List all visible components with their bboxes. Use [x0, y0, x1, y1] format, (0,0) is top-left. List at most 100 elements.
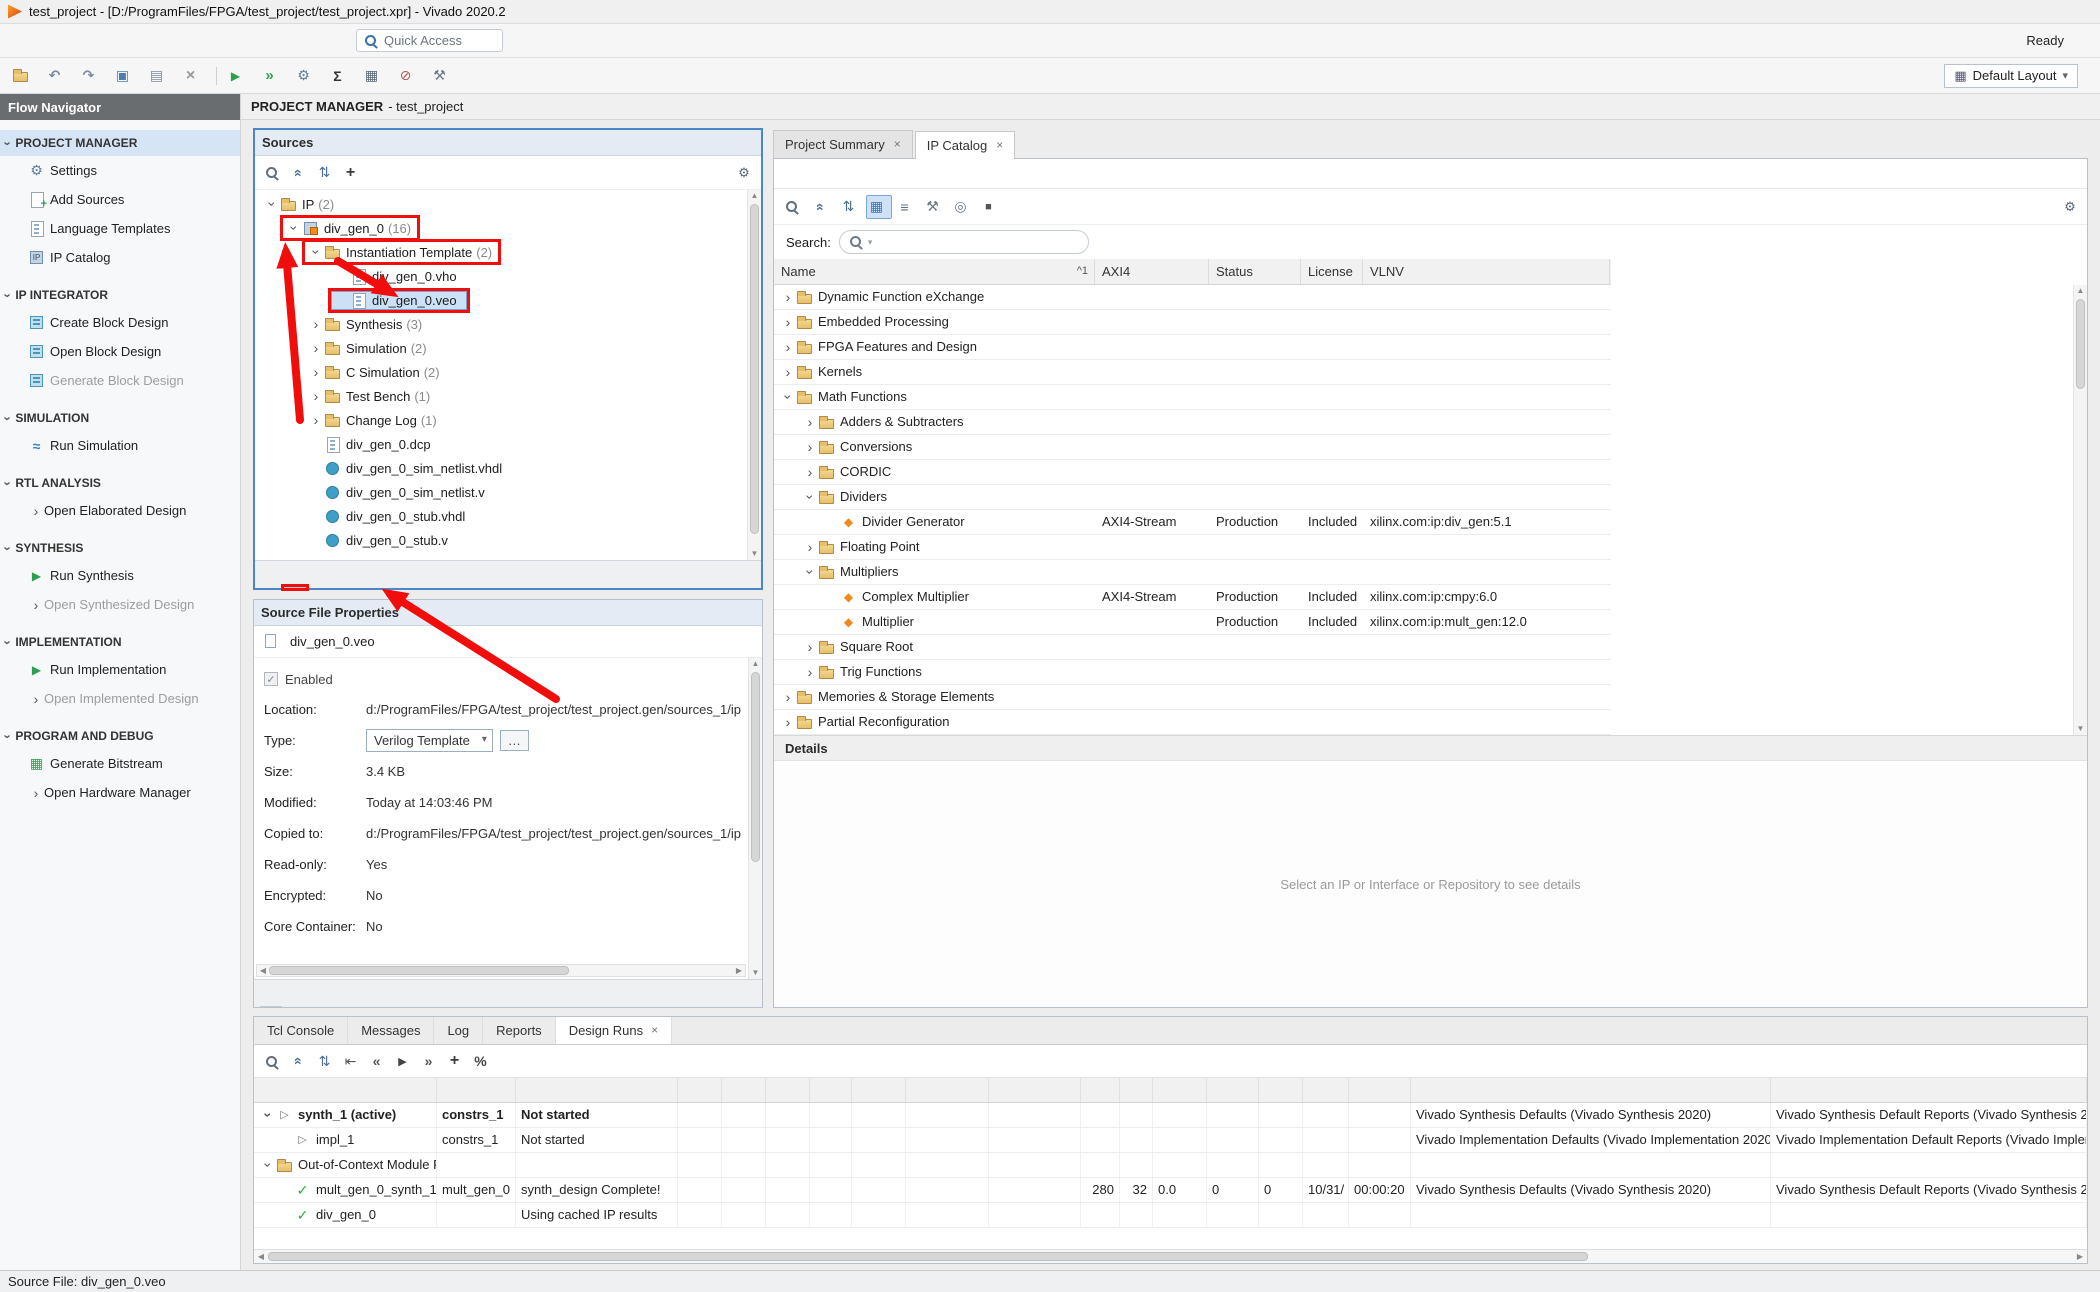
create-run-icon[interactable] — [445, 1049, 469, 1073]
column-header[interactable] — [437, 1078, 516, 1102]
column-header[interactable] — [678, 1078, 722, 1102]
stop-icon[interactable] — [978, 195, 1004, 219]
quick-access-search[interactable]: Quick Access — [356, 29, 503, 52]
report-sigma-icon[interactable] — [327, 63, 353, 89]
tree-item[interactable]: div_gen_0.dcp — [255, 432, 761, 456]
flow-section-header[interactable]: PROJECT MANAGER — [0, 130, 240, 156]
column-header[interactable] — [1153, 1078, 1207, 1102]
settings-gear-icon[interactable]: ⚙ — [735, 165, 753, 181]
flow-nav-item[interactable]: Open Synthesized Design — [0, 590, 240, 619]
results-tab[interactable]: Messages — [348, 1017, 434, 1044]
expand-chevron-icon[interactable] — [780, 685, 796, 709]
ip-catalog-row[interactable]: Partial Reconfiguration — [774, 710, 1611, 735]
column-header[interactable] — [516, 1078, 678, 1102]
collapse-all-icon[interactable] — [810, 195, 836, 219]
tree-item[interactable]: div_gen_0.veo — [255, 288, 761, 312]
expand-all-icon[interactable] — [315, 1049, 339, 1073]
expand-chevron-icon[interactable] — [802, 660, 818, 684]
tree-item[interactable]: C Simulation (2) — [255, 360, 761, 384]
collapse-all-icon[interactable] — [289, 161, 313, 185]
column-header[interactable]: AXI4 — [1095, 259, 1209, 284]
tree-item[interactable]: Change Log (1) — [255, 408, 761, 432]
ip-catalog-row[interactable]: Square Root — [774, 635, 1611, 660]
settings-gear-icon[interactable] — [293, 63, 319, 89]
undo-icon[interactable] — [44, 63, 70, 89]
results-tab[interactable]: Tcl Console — [254, 1017, 348, 1044]
close-tab-icon[interactable]: × — [894, 131, 901, 158]
tree-item[interactable]: div_gen_0_stub.v — [255, 528, 761, 552]
flow-nav-item[interactable]: Settings — [0, 156, 240, 185]
scrollbar-thumb[interactable] — [750, 204, 759, 534]
properties-horizontal-scrollbar[interactable]: ◀ ▶ — [256, 964, 746, 977]
expand-all-icon[interactable] — [315, 161, 339, 185]
search-icon[interactable] — [782, 195, 808, 219]
layout-selector[interactable]: ▦ Default Layout ▾ — [1944, 64, 2078, 88]
ip-catalog-row[interactable]: Dynamic Function eXchange — [774, 285, 1611, 310]
expand-chevron-icon[interactable] — [308, 412, 324, 428]
ip-catalog-row[interactable]: Complex Multiplier AXI4-Stream Productio… — [774, 585, 1611, 610]
column-header[interactable] — [810, 1078, 852, 1102]
column-header[interactable]: License — [1301, 259, 1363, 284]
flow-section-header[interactable]: IMPLEMENTATION — [0, 629, 240, 655]
search-icon[interactable] — [263, 161, 287, 185]
column-header[interactable] — [1120, 1078, 1153, 1102]
scroll-left-icon[interactable]: ◀ — [257, 966, 269, 975]
scroll-up-icon[interactable]: ▲ — [2074, 285, 2087, 297]
Out-of-Context Module Runs[interactable]: Out-of-Context Module Runs — [254, 1153, 2087, 1178]
flow-nav-item[interactable]: Open Elaborated Design — [0, 496, 240, 525]
play-icon[interactable] — [393, 1049, 417, 1073]
step-back-icon[interactable] — [367, 1049, 391, 1073]
tree-item[interactable]: Instantiation Template (2) — [255, 240, 761, 264]
tree-item[interactable]: Synthesis (3) — [255, 312, 761, 336]
flow-nav-item[interactable]: Add Sources — [0, 185, 240, 214]
sources-view-tab[interactable] — [284, 587, 306, 588]
ip-catalog-row[interactable]: Adders & Subtracters — [774, 410, 1611, 435]
ip-catalog-vertical-scrollbar[interactable]: ▲ ▼ — [2073, 285, 2087, 735]
flow-section-header[interactable]: RTL ANALYSIS — [0, 470, 240, 496]
expand-chevron-icon[interactable] — [802, 535, 818, 559]
search-icon[interactable] — [263, 1049, 287, 1073]
expand-chevron-icon[interactable] — [780, 310, 796, 334]
tools-wrench-icon[interactable] — [429, 63, 455, 89]
delete-icon[interactable] — [180, 63, 206, 89]
sources-vertical-scrollbar[interactable]: ▲ ▼ — [747, 190, 761, 560]
expand-chevron-icon[interactable] — [286, 220, 302, 236]
flow-nav-item[interactable]: Run Simulation — [0, 431, 240, 460]
scroll-down-icon[interactable]: ▼ — [2074, 723, 2087, 735]
scroll-up-icon[interactable]: ▲ — [749, 658, 762, 670]
implement-icon[interactable] — [259, 63, 285, 89]
column-header[interactable] — [1081, 1078, 1120, 1102]
ip-catalog-row[interactable]: Kernels — [774, 360, 1611, 385]
flow-nav-item[interactable]: Run Synthesis — [0, 561, 240, 590]
flow-nav-item[interactable]: Generate Bitstream — [0, 749, 240, 778]
scroll-right-icon[interactable]: ▶ — [2073, 1252, 2087, 1261]
save-icon[interactable] — [112, 63, 138, 89]
group-by-category-icon[interactable] — [866, 195, 892, 219]
target-icon[interactable] — [950, 195, 976, 219]
step-forward-icon[interactable] — [419, 1049, 443, 1073]
expand-all-icon[interactable] — [838, 195, 864, 219]
column-header[interactable] — [1259, 1078, 1303, 1102]
expand-chevron-icon[interactable] — [780, 710, 796, 734]
run-icon[interactable] — [225, 63, 251, 89]
impl_1[interactable]: impl_1 constrs_1 Not started — [254, 1128, 2087, 1153]
column-header[interactable]: VLNV — [1363, 259, 1610, 284]
expand-chevron-icon[interactable] — [780, 335, 796, 359]
column-header[interactable] — [989, 1078, 1081, 1102]
collapse-all-icon[interactable] — [289, 1049, 313, 1073]
expand-chevron-icon[interactable] — [264, 196, 280, 212]
column-header[interactable] — [1303, 1078, 1349, 1102]
flow-nav-item[interactable]: Open Hardware Manager — [0, 778, 240, 807]
separator[interactable] — [216, 67, 217, 85]
column-header[interactable] — [906, 1078, 989, 1102]
expand-chevron-icon[interactable] — [308, 340, 324, 356]
results-tab[interactable]: Log — [434, 1017, 483, 1044]
scroll-right-icon[interactable]: ▶ — [733, 966, 745, 975]
results-tab[interactable]: Design Runs — [556, 1017, 672, 1044]
scroll-down-icon[interactable]: ▼ — [749, 967, 762, 979]
results-tab[interactable]: Reports — [483, 1017, 556, 1044]
mult_gen_0_synth_1[interactable]: mult_gen_0_synth_1 mult_gen_0 synth_desi… — [254, 1178, 2087, 1203]
ip-catalog-row[interactable]: Divider Generator AXI4-Stream Production… — [774, 510, 1611, 535]
div_gen_0[interactable]: div_gen_0 Using cached IP results — [254, 1203, 2087, 1228]
properties-view-tab[interactable] — [260, 1006, 282, 1007]
